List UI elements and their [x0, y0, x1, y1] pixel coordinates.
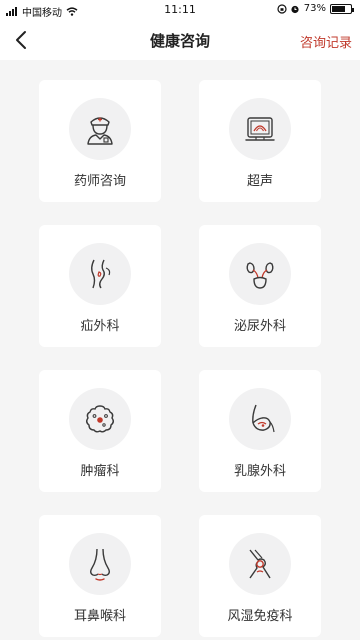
nav-header: 健康咨询 咨询记录 [0, 20, 360, 60]
category-card-oncology[interactable]: 肿瘤科 [39, 370, 161, 492]
kidney-urinary-icon [246, 262, 274, 289]
category-label: 超声 [246, 174, 273, 189]
pharmacist-icon [87, 117, 113, 145]
category-card-urology[interactable]: 泌尿外科 [199, 225, 321, 347]
icon-circle [229, 98, 291, 160]
category-label: 肿瘤科 [80, 464, 120, 479]
battery-icon [330, 3, 354, 14]
nose-icon [90, 548, 110, 581]
icon-circle [229, 533, 291, 595]
icon-circle [69, 388, 131, 450]
icon-circle [69, 243, 131, 305]
rotation-lock-icon [277, 3, 287, 14]
category-label: 药师咨询 [73, 174, 126, 189]
category-card-breast-surgery[interactable]: 乳腺外科 [199, 370, 321, 492]
category-label: 乳腺外科 [233, 464, 286, 479]
joint-icon [249, 549, 271, 579]
category-label: 耳鼻喉科 [73, 609, 126, 624]
category-card-hernia-surgery[interactable]: 疝外科 [39, 225, 161, 347]
category-card-ultrasound[interactable]: 超声 [199, 80, 321, 202]
category-label: 疝外科 [80, 319, 120, 334]
category-card-pharmacist[interactable]: 药师咨询 [39, 80, 161, 202]
category-label: 泌尿外科 [233, 319, 286, 334]
category-grid: 药师咨询 超声 疝外科 泌尿外科 肿瘤科 乳腺外科 耳鼻喉科 风湿免疫科 [0, 60, 360, 640]
icon-circle [229, 243, 291, 305]
tumor-cell-icon [86, 405, 114, 433]
icon-circle [69, 98, 131, 160]
alarm-icon [291, 5, 299, 13]
breast-icon [252, 404, 275, 433]
category-card-ent[interactable]: 耳鼻喉科 [39, 515, 161, 637]
ultrasound-monitor-icon [245, 117, 275, 141]
category-label: 风湿免疫科 [227, 609, 293, 624]
consultation-record-link[interactable]: 咨询记录 [300, 32, 352, 51]
battery-percent: 73% [303, 3, 326, 14]
category-card-rheumatology[interactable]: 风湿免疫科 [199, 515, 321, 637]
status-right: 73% [277, 3, 354, 14]
icon-circle [229, 388, 291, 450]
icon-circle [69, 533, 131, 595]
status-bar: 中国移动 11:11 73% [0, 0, 360, 20]
hernia-icon [91, 259, 111, 289]
